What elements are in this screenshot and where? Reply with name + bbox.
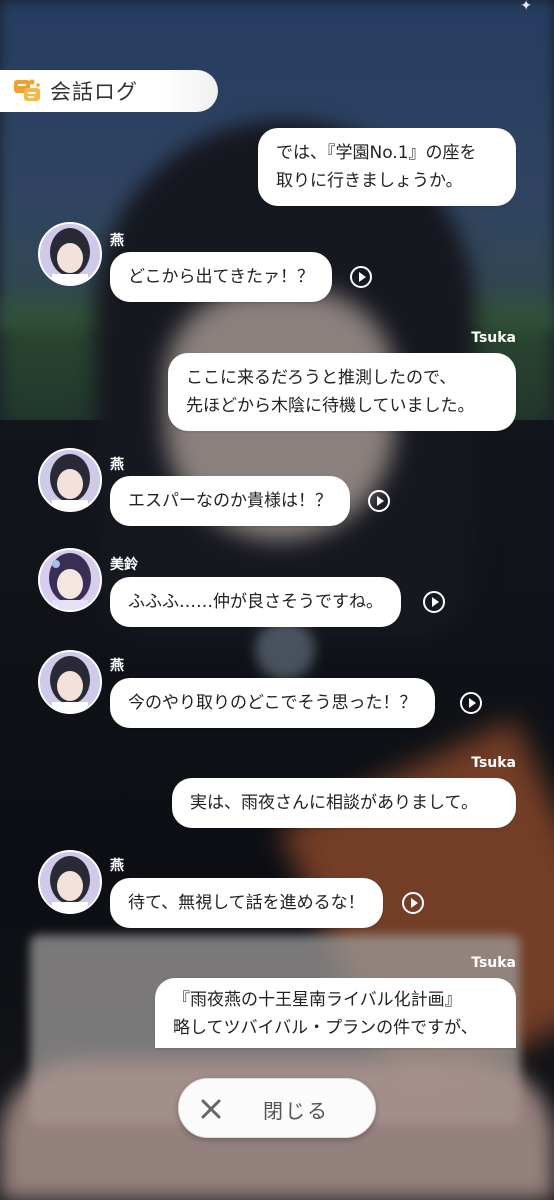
avatar-misuzu: [38, 548, 102, 612]
message-text: 今のやり取りのどこでそう思った！？: [128, 693, 417, 713]
message-text: 略してツバイバル・プランの件ですが、: [173, 1018, 478, 1038]
chat-log-icon: [14, 79, 40, 101]
message-text: 先ほどから木陰に待機していました。: [186, 396, 475, 416]
speaker-name: 燕: [110, 457, 124, 473]
message-bubble-right: 実は、雨夜さんに相談がありまして。: [172, 778, 516, 828]
avatar-tsubame: [38, 850, 102, 914]
message-text: 待て、無視して話を進めるな！: [128, 893, 365, 913]
avatar-tsubame: [38, 222, 102, 286]
message-bubble-left: 今のやり取りのどこでそう思った！？: [110, 678, 435, 728]
message-text: 『雨夜燕の十王星南ライバル化計画』: [173, 990, 462, 1010]
close-icon: [201, 1099, 221, 1119]
avatar-tsubame: [38, 448, 102, 512]
message-bubble-right: では、『学園No.1』の座を 取りに行きましょうか。: [258, 128, 516, 206]
close-button[interactable]: 閉じる: [178, 1078, 376, 1138]
message-text: ここに来るだろうと推測したので、: [186, 368, 457, 388]
sparkle-icon: ✦: [520, 0, 532, 14]
message-bubble-left: エスパーなのか貴様は！？: [110, 476, 350, 526]
speaker-name: 燕: [110, 658, 124, 674]
avatar-tsubame: [38, 650, 102, 714]
play-voice-icon[interactable]: [368, 490, 390, 512]
speaker-name: Tsuka: [471, 755, 516, 771]
message-bubble-left: ふふふ……仲が良さそうですね。: [110, 577, 401, 627]
message-text: 実は、雨夜さんに相談がありまして。: [190, 793, 478, 813]
message-text: 取りに行きましょうか。: [276, 171, 463, 191]
message-bubble-right: 『雨夜燕の十王星南ライバル化計画』 略してツバイバル・プランの件ですが、: [155, 978, 516, 1048]
message-bubble-left: 待て、無視して話を進めるな！: [110, 878, 383, 928]
message-text: どこから出てきたァ！？: [128, 267, 314, 287]
message-text: ふふふ……仲が良さそうですね。: [128, 592, 383, 612]
play-voice-icon[interactable]: [402, 892, 424, 914]
speaker-name: 燕: [110, 858, 124, 874]
log-header: 会話ログ: [0, 70, 218, 112]
page-title: 会話ログ: [50, 80, 138, 104]
close-button-label: 閉じる: [263, 1099, 329, 1123]
play-voice-icon[interactable]: [460, 692, 482, 714]
speaker-name: 美鈴: [110, 557, 138, 573]
speaker-name: Tsuka: [471, 330, 516, 346]
message-text: エスパーなのか貴様は！？: [128, 491, 332, 511]
message-text: では、『学園No.1』の座を: [276, 143, 477, 163]
play-voice-icon[interactable]: [423, 591, 445, 613]
message-bubble-left: どこから出てきたァ！？: [110, 252, 332, 302]
play-voice-icon[interactable]: [350, 266, 372, 288]
message-bubble-right: ここに来るだろうと推測したので、 先ほどから木陰に待機していました。: [168, 353, 516, 431]
speaker-name: 燕: [110, 233, 124, 249]
speaker-name: Tsuka: [471, 955, 516, 971]
